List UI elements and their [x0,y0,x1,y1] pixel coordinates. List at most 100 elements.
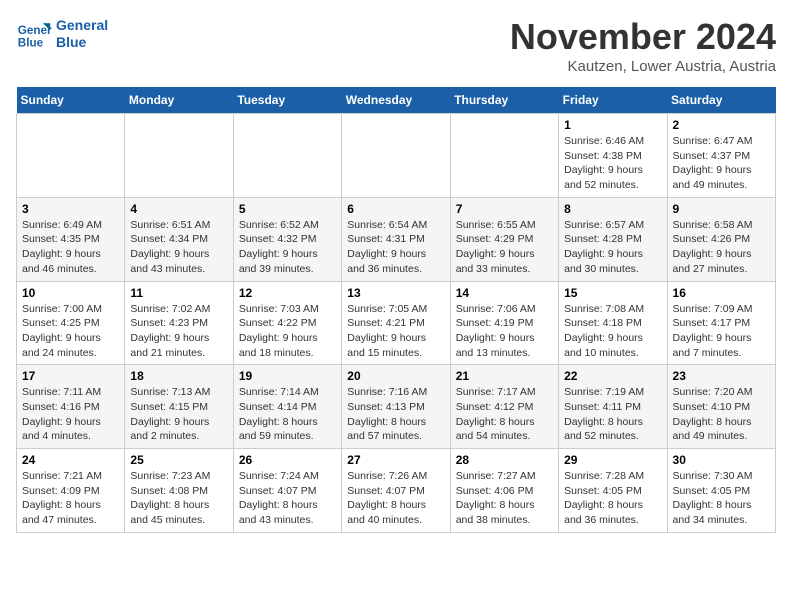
day-cell: 11 Sunrise: 7:02 AMSunset: 4:23 PMDayligh… [125,281,233,365]
day-cell: 18Sunrise: 7:13 AMSunset: 4:15 PMDayligh… [125,365,233,449]
day-number: 6 [347,202,444,216]
week-row-4: 17Sunrise: 7:11 AMSunset: 4:16 PMDayligh… [17,365,776,449]
day-cell: 10 Sunrise: 7:00 AMSunset: 4:25 PMDayligh… [17,281,125,365]
svg-text:Blue: Blue [18,37,44,50]
week-row-1: 1 Sunrise: 6:46 AMSunset: 4:38 PMDaylight… [17,114,776,198]
day-info: Sunrise: 7:00 AMSunset: 4:25 PMDaylight:… [22,302,119,361]
day-cell [450,114,558,198]
day-cell: 7 Sunrise: 6:55 AMSunset: 4:29 PMDaylight… [450,197,558,281]
day-number: 25 [130,453,227,467]
day-cell: 16 Sunrise: 7:09 AMSunset: 4:17 PMDayligh… [667,281,775,365]
day-cell: 23 Sunrise: 7:20 AMSunset: 4:10 PMDayligh… [667,365,775,449]
day-info: Sunrise: 7:09 AMSunset: 4:17 PMDaylight:… [673,302,770,361]
day-cell: 20 Sunrise: 7:16 AMSunset: 4:13 PMDayligh… [342,365,450,449]
day-cell [233,114,341,198]
day-cell: 5 Sunrise: 6:52 AMSunset: 4:32 PMDaylight… [233,197,341,281]
day-info: Sunrise: 6:46 AMSunset: 4:38 PMDaylight:… [564,134,661,193]
day-number: 9 [673,202,770,216]
day-info: Sunrise: 7:03 AMSunset: 4:22 PMDaylight:… [239,302,336,361]
day-number: 10 [22,286,119,300]
day-cell: 30Sunrise: 7:30 AMSunset: 4:05 PMDayligh… [667,449,775,533]
day-number: 12 [239,286,336,300]
day-info: Sunrise: 7:17 AMSunset: 4:12 PMDaylight:… [456,385,553,444]
day-info: Sunrise: 7:05 AMSunset: 4:21 PMDaylight:… [347,302,444,361]
day-info: Sunrise: 6:47 AMSunset: 4:37 PMDaylight:… [673,134,770,193]
day-number: 22 [564,369,661,383]
day-cell: 1 Sunrise: 6:46 AMSunset: 4:38 PMDaylight… [559,114,667,198]
day-cell: 27 Sunrise: 7:26 AMSunset: 4:07 PMDayligh… [342,449,450,533]
logo-icon: General Blue [16,16,52,52]
day-info: Sunrise: 7:02 AMSunset: 4:23 PMDaylight:… [130,302,227,361]
day-cell: 19Sunrise: 7:14 AMSunset: 4:14 PMDayligh… [233,365,341,449]
day-cell: 29 Sunrise: 7:28 AMSunset: 4:05 PMDayligh… [559,449,667,533]
day-cell: 24 Sunrise: 7:21 AMSunset: 4:09 PMDayligh… [17,449,125,533]
day-number: 7 [456,202,553,216]
day-cell: 14Sunrise: 7:06 AMSunset: 4:19 PMDayligh… [450,281,558,365]
logo-line1: General [56,17,108,34]
day-number: 16 [673,286,770,300]
header: General Blue General Blue November 2024 … [16,16,776,75]
day-info: Sunrise: 6:51 AMSunset: 4:34 PMDaylight:… [130,218,227,277]
day-number: 26 [239,453,336,467]
day-info: Sunrise: 7:23 AMSunset: 4:08 PMDaylight:… [130,469,227,528]
day-cell: 21 Sunrise: 7:17 AMSunset: 4:12 PMDayligh… [450,365,558,449]
day-cell: 28Sunrise: 7:27 AMSunset: 4:06 PMDayligh… [450,449,558,533]
day-cell: 12 Sunrise: 7:03 AMSunset: 4:22 PMDayligh… [233,281,341,365]
day-info: Sunrise: 7:16 AMSunset: 4:13 PMDaylight:… [347,385,444,444]
day-info: Sunrise: 7:08 AMSunset: 4:18 PMDaylight:… [564,302,661,361]
day-info: Sunrise: 7:24 AMSunset: 4:07 PMDaylight:… [239,469,336,528]
day-number: 5 [239,202,336,216]
day-cell: 25 Sunrise: 7:23 AMSunset: 4:08 PMDayligh… [125,449,233,533]
week-row-2: 3 Sunrise: 6:49 AMSunset: 4:35 PMDaylight… [17,197,776,281]
day-cell: 13Sunrise: 7:05 AMSunset: 4:21 PMDayligh… [342,281,450,365]
day-info: Sunrise: 7:13 AMSunset: 4:15 PMDaylight:… [130,385,227,444]
day-info: Sunrise: 7:20 AMSunset: 4:10 PMDaylight:… [673,385,770,444]
day-info: Sunrise: 7:21 AMSunset: 4:09 PMDaylight:… [22,469,119,528]
day-number: 28 [456,453,553,467]
day-number: 14 [456,286,553,300]
day-cell [342,114,450,198]
day-cell: 22 Sunrise: 7:19 AMSunset: 4:11 PMDayligh… [559,365,667,449]
day-number: 27 [347,453,444,467]
day-info: Sunrise: 7:26 AMSunset: 4:07 PMDaylight:… [347,469,444,528]
day-info: Sunrise: 6:55 AMSunset: 4:29 PMDaylight:… [456,218,553,277]
day-number: 20 [347,369,444,383]
day-cell [17,114,125,198]
day-cell: 9 Sunrise: 6:58 AMSunset: 4:26 PMDaylight… [667,197,775,281]
month-title: November 2024 [510,16,776,58]
day-cell: 6 Sunrise: 6:54 AMSunset: 4:31 PMDaylight… [342,197,450,281]
day-header-monday: Monday [125,87,233,114]
location-title: Kautzen, Lower Austria, Austria [510,58,776,75]
day-number: 24 [22,453,119,467]
day-header-sunday: Sunday [17,87,125,114]
day-number: 8 [564,202,661,216]
day-number: 3 [22,202,119,216]
week-row-3: 10 Sunrise: 7:00 AMSunset: 4:25 PMDayligh… [17,281,776,365]
day-cell: 8 Sunrise: 6:57 AMSunset: 4:28 PMDaylight… [559,197,667,281]
day-info: Sunrise: 7:11 AMSunset: 4:16 PMDaylight:… [22,385,119,444]
day-info: Sunrise: 6:52 AMSunset: 4:32 PMDaylight:… [239,218,336,277]
day-info: Sunrise: 7:19 AMSunset: 4:11 PMDaylight:… [564,385,661,444]
day-header-tuesday: Tuesday [233,87,341,114]
calendar-table: SundayMondayTuesdayWednesdayThursdayFrid… [16,87,776,533]
day-number: 1 [564,118,661,132]
day-cell: 17Sunrise: 7:11 AMSunset: 4:16 PMDayligh… [17,365,125,449]
day-info: Sunrise: 6:57 AMSunset: 4:28 PMDaylight:… [564,218,661,277]
week-row-5: 24 Sunrise: 7:21 AMSunset: 4:09 PMDayligh… [17,449,776,533]
day-number: 23 [673,369,770,383]
day-info: Sunrise: 6:58 AMSunset: 4:26 PMDaylight:… [673,218,770,277]
day-header-wednesday: Wednesday [342,87,450,114]
day-info: Sunrise: 7:28 AMSunset: 4:05 PMDaylight:… [564,469,661,528]
day-cell: 4Sunrise: 6:51 AMSunset: 4:34 PMDaylight… [125,197,233,281]
day-header-friday: Friday [559,87,667,114]
day-number: 11 [130,286,227,300]
day-header-saturday: Saturday [667,87,775,114]
day-number: 15 [564,286,661,300]
day-info: Sunrise: 6:54 AMSunset: 4:31 PMDaylight:… [347,218,444,277]
day-info: Sunrise: 6:49 AMSunset: 4:35 PMDaylight:… [22,218,119,277]
day-number: 19 [239,369,336,383]
day-number: 21 [456,369,553,383]
day-cell: 2Sunrise: 6:47 AMSunset: 4:37 PMDaylight… [667,114,775,198]
day-number: 29 [564,453,661,467]
day-headers: SundayMondayTuesdayWednesdayThursdayFrid… [17,87,776,114]
